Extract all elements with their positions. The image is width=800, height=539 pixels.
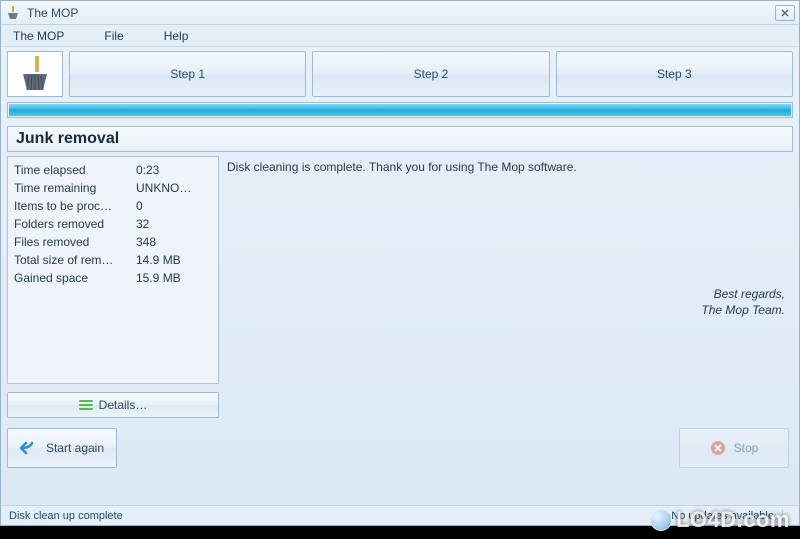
stat-value: 15.9 MB [136, 270, 212, 286]
signature-line-1: Best regards, [701, 286, 785, 302]
titlebar: The MOP [1, 1, 799, 25]
step-3-label: Step 3 [657, 67, 692, 81]
stat-label: Folders removed [14, 216, 136, 232]
menubar: The MOP File Help [1, 25, 799, 47]
signature: Best regards, The Mop Team. [701, 286, 785, 318]
step-2-button[interactable]: Step 2 [312, 51, 549, 97]
stat-row: Gained space15.9 MB [8, 269, 218, 287]
stat-label: Items to be proc… [14, 198, 136, 214]
stat-value: 0:23 [136, 162, 212, 178]
stat-row: Files removed348 [8, 233, 218, 251]
step-1-button[interactable]: Step 1 [69, 51, 306, 97]
progress-bar-container [7, 102, 793, 118]
stat-row: Total size of rem…14.9 MB [8, 251, 218, 269]
mop-icon [15, 54, 55, 94]
stop-icon [710, 440, 726, 456]
stat-row: Time elapsed0:23 [8, 161, 218, 179]
wizard-icon-box [7, 51, 63, 97]
section-header: Junk removal [7, 126, 793, 152]
watermark-text: LO4D.com [676, 507, 790, 533]
globe-icon [650, 509, 672, 531]
progress-bar-fill [9, 104, 791, 116]
stat-row: Folders removed32 [8, 215, 218, 233]
close-icon [781, 9, 789, 17]
back-arrow-icon [20, 441, 38, 455]
stat-value: 0 [136, 198, 212, 214]
signature-line-2: The Mop Team. [701, 302, 785, 318]
app-window: The MOP The MOP File Help Step 1 Step 2 … [0, 0, 800, 526]
menu-file[interactable]: File [98, 27, 129, 45]
stat-label: Time elapsed [14, 162, 136, 178]
stat-value: 348 [136, 234, 212, 250]
stat-value: 14.9 MB [136, 252, 212, 268]
window-title: The MOP [27, 6, 78, 20]
menu-help[interactable]: Help [158, 27, 195, 45]
stat-label: Time remaining [14, 180, 136, 196]
stat-value: UNKNO… [136, 180, 212, 196]
step-2-label: Step 2 [414, 67, 449, 81]
app-icon [5, 5, 21, 21]
close-button[interactable] [775, 5, 795, 21]
details-button-label: Details… [99, 398, 148, 412]
stat-label: Gained space [14, 270, 136, 286]
stat-row: Items to be proc…0 [8, 197, 218, 215]
stat-label: Total size of rem… [14, 252, 136, 268]
step-1-label: Step 1 [170, 67, 205, 81]
watermark: LO4D.com [650, 507, 790, 533]
stat-row: Time remainingUNKNO… [8, 179, 218, 197]
stats-panel: Time elapsed0:23 Time remainingUNKNO… It… [7, 156, 219, 384]
stat-value: 32 [136, 216, 212, 232]
status-left: Disk clean up complete [9, 510, 123, 522]
details-button[interactable]: Details… [7, 392, 219, 418]
list-icon [79, 400, 93, 410]
step-3-button[interactable]: Step 3 [556, 51, 793, 97]
menu-the-mop[interactable]: The MOP [7, 27, 70, 45]
start-again-button[interactable]: Start again [7, 428, 117, 468]
message-panel: Disk cleaning is complete. Thank you for… [227, 156, 793, 384]
start-again-label: Start again [46, 441, 104, 455]
stop-button: Stop [679, 428, 789, 468]
completion-message: Disk cleaning is complete. Thank you for… [227, 160, 785, 174]
stop-button-label: Stop [734, 441, 759, 455]
steps-row: Step 1 Step 2 Step 3 [7, 51, 793, 97]
stat-label: Files removed [14, 234, 136, 250]
